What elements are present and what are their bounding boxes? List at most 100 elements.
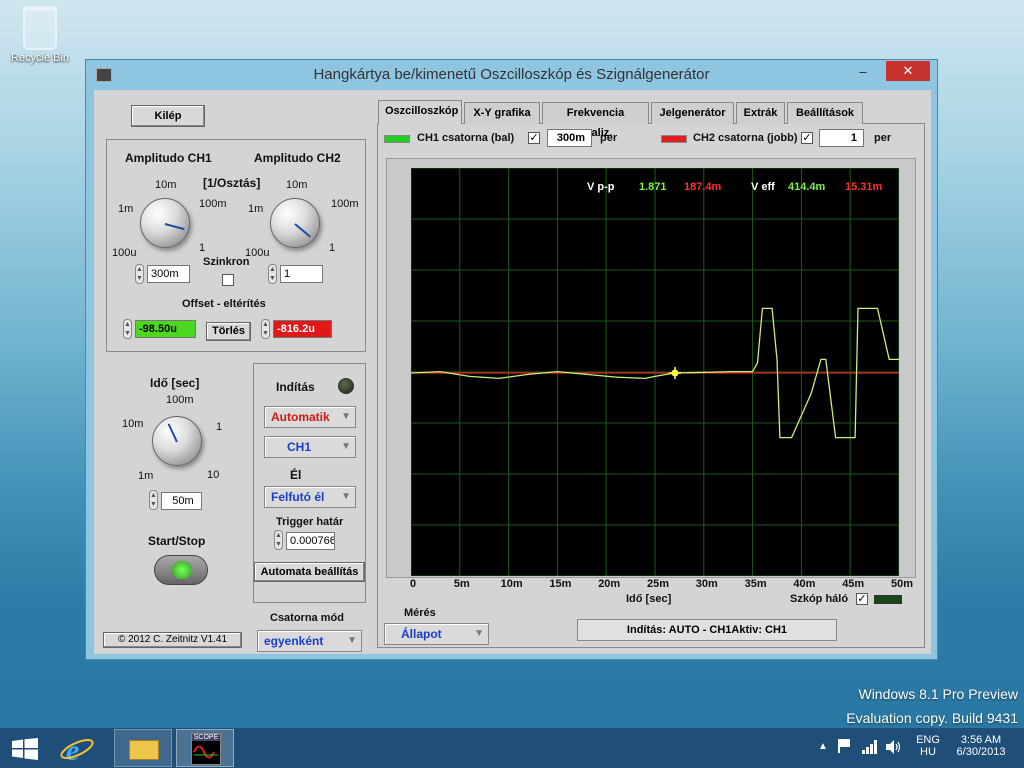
time-tick-100m: 100m bbox=[166, 394, 194, 406]
amp-ch2-spinner[interactable]: ▲ ▼ bbox=[268, 264, 277, 284]
window-title: Hangkártya be/kimenetű Oszcilloszkóp és … bbox=[313, 66, 710, 83]
tab-settings[interactable]: Beállítások bbox=[787, 102, 863, 124]
amp-ch2-title: Amplitudo CH2 bbox=[254, 151, 341, 165]
channel-mode-select[interactable]: egyenként ▼ bbox=[257, 630, 362, 652]
amp-ch1-spinner[interactable]: ▲ ▼ bbox=[135, 264, 144, 284]
startstop-button[interactable] bbox=[154, 555, 208, 585]
x-axis-ticks: 0 5m 10m 15m 20m 25m 30m 35m 40m 45m 50m bbox=[410, 578, 913, 592]
minimize-button[interactable]: – bbox=[849, 62, 877, 82]
network-icon[interactable] bbox=[862, 740, 878, 754]
chevron-down-icon: ▼ bbox=[341, 441, 351, 452]
ch1-scale-input[interactable]: 300m bbox=[547, 129, 592, 147]
ch2-label: CH2 csatorna (jobb) bbox=[693, 132, 798, 144]
time-knob[interactable] bbox=[152, 416, 202, 466]
exit-button[interactable]: Kilép bbox=[131, 105, 205, 127]
veff-ch2-value: 15.31m bbox=[845, 181, 883, 193]
trigger-level-input[interactable]: 0.000766 bbox=[286, 532, 335, 550]
title-bar[interactable]: Hangkártya be/kimenetű Oszcilloszkóp és … bbox=[86, 60, 937, 90]
copyright-label: © 2012 C. Zeitnitz V1.41 bbox=[103, 632, 242, 648]
edge-label: Él bbox=[290, 468, 302, 482]
svg-text:e: e bbox=[66, 734, 79, 767]
grid-label: Szkóp háló bbox=[790, 593, 849, 605]
scope-app-taskbar-button[interactable]: SCOPE bbox=[176, 729, 234, 767]
channel-mode-value: egyenként bbox=[264, 634, 324, 648]
time-input[interactable]: 50m bbox=[161, 492, 202, 510]
tab-oscilloscope[interactable]: Oszcilloszkóp bbox=[378, 100, 462, 124]
offset-clear-button[interactable]: Törlés bbox=[206, 322, 251, 341]
input-language[interactable]: ENG HU bbox=[914, 734, 942, 758]
app-icon[interactable] bbox=[96, 68, 112, 82]
show-hidden-icons[interactable]: ▲ bbox=[818, 741, 828, 752]
volume-icon[interactable] bbox=[886, 740, 902, 754]
amp1-tick-1m: 1m bbox=[118, 203, 134, 215]
action-center-flag-icon[interactable] bbox=[838, 739, 852, 753]
offset-ch2-spinner[interactable]: ▲ ▼ bbox=[261, 319, 270, 339]
chevron-down-icon: ▼ bbox=[341, 411, 351, 422]
ch1-per-label: per bbox=[600, 132, 618, 144]
offset-ch1-input[interactable]: -98.50u bbox=[135, 320, 196, 338]
measure-select[interactable]: Állapot ▼ bbox=[384, 623, 489, 645]
recycle-bin-label: Recycle Bin bbox=[10, 52, 70, 64]
client-area: Kilép Amplitudo CH1 Amplitudo CH2 [1/Osz… bbox=[94, 90, 931, 654]
amp-ch1-knob[interactable] bbox=[140, 198, 190, 248]
tab-extras[interactable]: Extrák bbox=[736, 102, 785, 124]
trigger-channel-select[interactable]: CH1 ▼ bbox=[264, 436, 356, 458]
x-tick-label: 40m bbox=[793, 578, 816, 590]
clock[interactable]: 3:56 AM 6/30/2013 bbox=[948, 734, 1014, 758]
x-tick-label: 15m bbox=[549, 578, 572, 590]
amp-ch1-title: Amplitudo CH1 bbox=[125, 151, 212, 165]
ch2-enable-checkbox[interactable]: ✓ bbox=[801, 132, 813, 144]
amp-ch2-input[interactable]: 1 bbox=[280, 265, 323, 283]
x-tick-label: 50m bbox=[891, 578, 914, 590]
tab-xy-graph[interactable]: X-Y grafika bbox=[464, 102, 540, 124]
chevron-down-icon: ▼ bbox=[347, 635, 357, 646]
ch1-label: CH1 csatorna (bal) bbox=[417, 132, 515, 144]
x-tick-label: 10m bbox=[500, 578, 523, 590]
x-axis-label: Idő [sec] bbox=[626, 593, 672, 605]
trigger-edge-select[interactable]: Felfutó él ▼ bbox=[264, 486, 356, 508]
amp2-tick-1m: 1m bbox=[248, 203, 264, 215]
grid-checkbox[interactable]: ✓ bbox=[856, 593, 868, 605]
time-spinner[interactable]: ▲ ▼ bbox=[149, 490, 158, 510]
amp1-tick-100u: 100u bbox=[112, 247, 137, 259]
scope-grid bbox=[411, 168, 899, 576]
tab-panel: Oszcilloszkóp X-Y grafika Frekvencia ana… bbox=[377, 100, 925, 648]
watermark-line2: Evaluation copy. Build 9431 bbox=[846, 710, 1018, 726]
amp2-tick-100m: 100m bbox=[331, 198, 359, 210]
ch1-enable-checkbox[interactable]: ✓ bbox=[528, 132, 540, 144]
x-tick-label: 20m bbox=[598, 578, 621, 590]
amp-ch2-knob[interactable] bbox=[270, 198, 320, 248]
file-explorer-icon[interactable] bbox=[114, 729, 172, 767]
amp2-tick-10m: 10m bbox=[286, 179, 308, 191]
offset-title: Offset - eltérítés bbox=[182, 298, 266, 310]
time-tick-10m: 10m bbox=[122, 418, 144, 430]
recycle-bin[interactable]: Recycle Bin bbox=[8, 6, 72, 64]
lang-line2: HU bbox=[920, 746, 936, 758]
amp-ch1-input[interactable]: 300m bbox=[147, 265, 190, 283]
trigger-mode-select[interactable]: Automatik ▼ bbox=[264, 406, 356, 428]
offset-ch2-input[interactable]: -816.2u bbox=[273, 320, 332, 338]
channel-mode-label: Csatorna mód bbox=[270, 612, 344, 624]
amp2-tick-1: 1 bbox=[329, 242, 336, 254]
amp1-tick-100m: 100m bbox=[199, 198, 227, 210]
amplitude-panel: Amplitudo CH1 Amplitudo CH2 [1/Osztás] 1… bbox=[106, 139, 366, 352]
x-tick-label: 30m bbox=[695, 578, 718, 590]
internet-explorer-icon[interactable]: e bbox=[52, 729, 110, 767]
windows-start-icon[interactable] bbox=[12, 738, 38, 760]
tab-signal-generator[interactable]: Jelgenerátor bbox=[651, 102, 734, 124]
trigger-title: Indítás bbox=[276, 380, 315, 394]
x-tick-label: 35m bbox=[744, 578, 767, 590]
auto-setup-button[interactable]: Automata beállítás bbox=[254, 562, 365, 582]
trigger-level-spinner[interactable]: ▲ ▼ bbox=[274, 530, 283, 550]
offset-ch1-spinner[interactable]: ▲ ▼ bbox=[123, 319, 132, 339]
lang-line1: ENG bbox=[916, 734, 940, 746]
sync-checkbox[interactable] bbox=[222, 274, 234, 286]
time-tick-1: 1 bbox=[216, 421, 223, 433]
x-tick-label: 5m bbox=[453, 578, 470, 590]
tab-frequency-analysis[interactable]: Frekvencia analiz. bbox=[542, 102, 649, 139]
ch2-scale-input[interactable]: 1 bbox=[819, 129, 864, 147]
scope-plot[interactable]: V p-p 1.871 187.4m V eff 414.4m 15.31m bbox=[411, 168, 899, 576]
grid-color-swatch[interactable] bbox=[874, 595, 902, 604]
app-window: Hangkártya be/kimenetű Oszcilloszkóp és … bbox=[85, 59, 938, 660]
close-button[interactable]: ✕ bbox=[886, 61, 930, 81]
